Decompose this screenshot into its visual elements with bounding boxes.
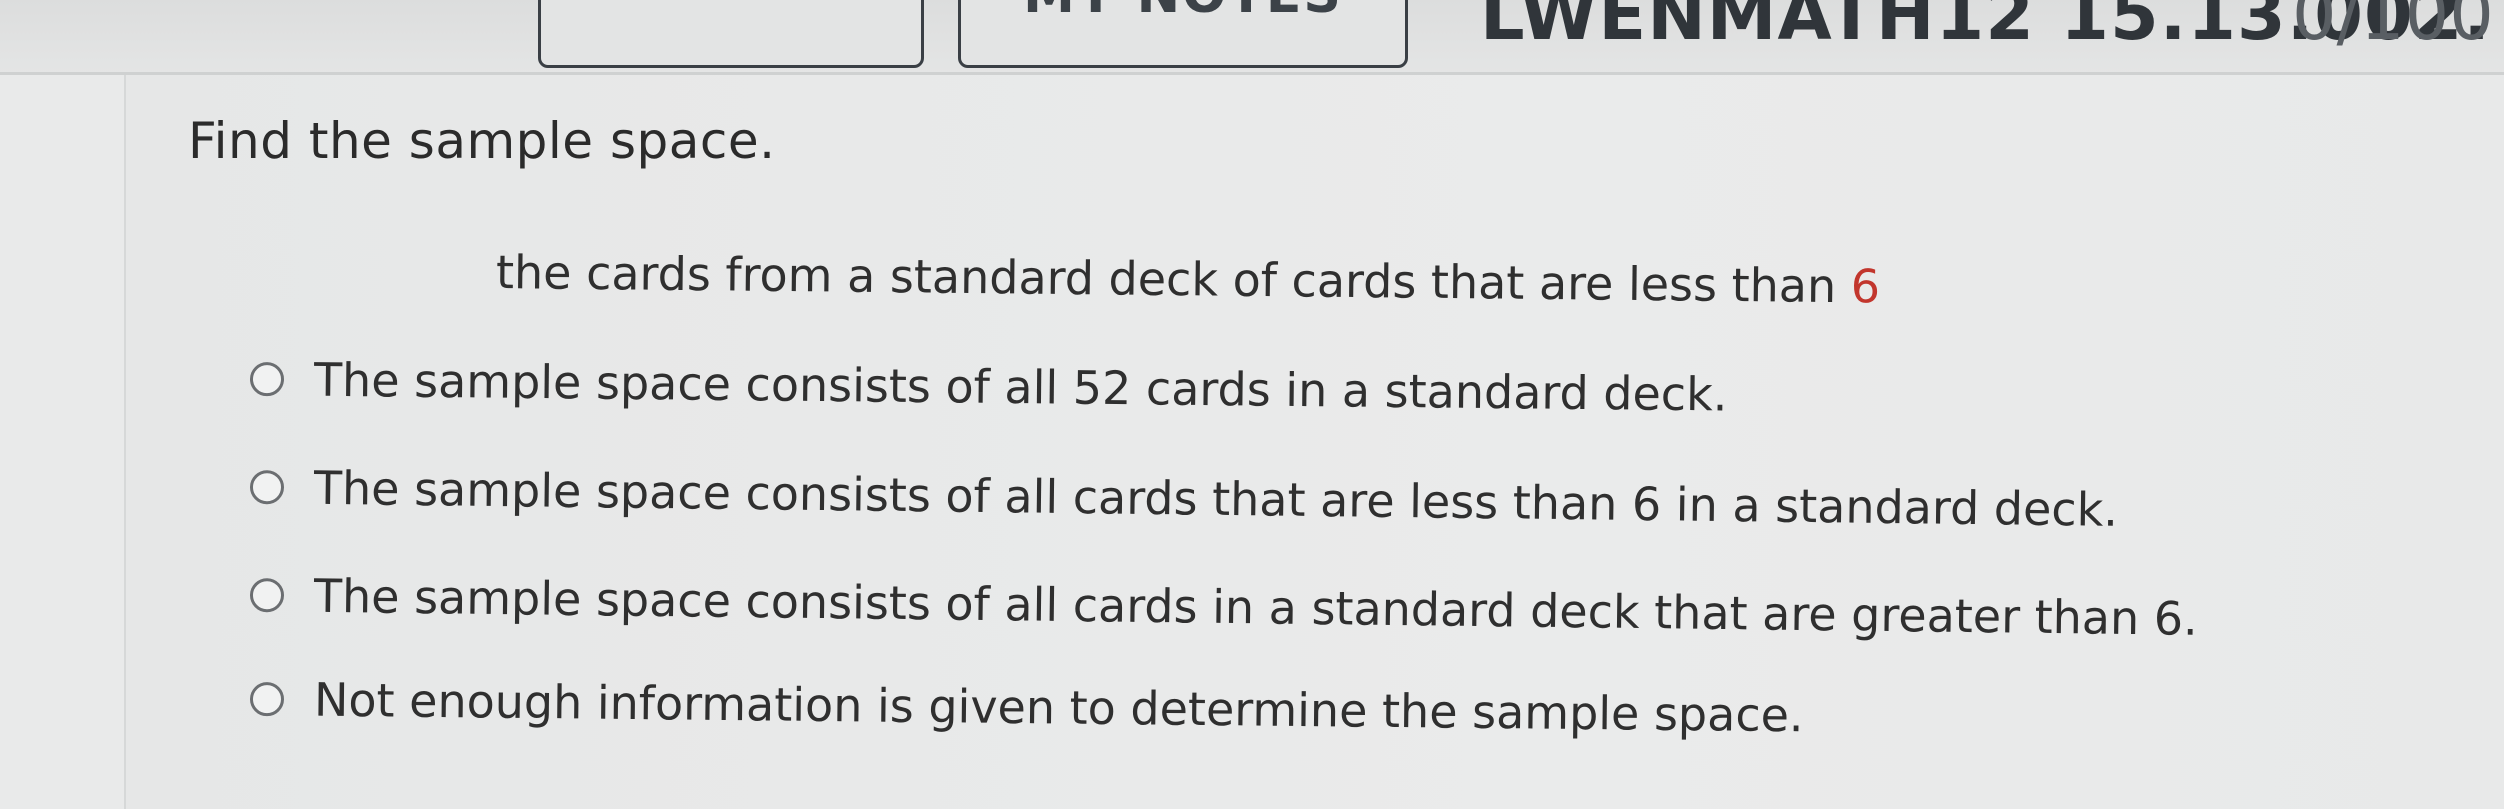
my-notes-button[interactable]: MY NOTES	[958, 0, 1408, 68]
question-title: Find the sample space.	[188, 112, 776, 170]
radio-button-icon[interactable]	[249, 362, 285, 397]
ask-teacher-button[interactable]	[538, 0, 924, 68]
radio-button-icon[interactable]	[249, 578, 285, 613]
radio-button-icon[interactable]	[249, 682, 285, 717]
question-prompt-highlight: 6	[1850, 259, 1881, 314]
my-notes-label: MY NOTES	[961, 0, 1405, 25]
score-display: 0/100	[2292, 0, 2494, 56]
radio-button-icon[interactable]	[249, 470, 285, 505]
